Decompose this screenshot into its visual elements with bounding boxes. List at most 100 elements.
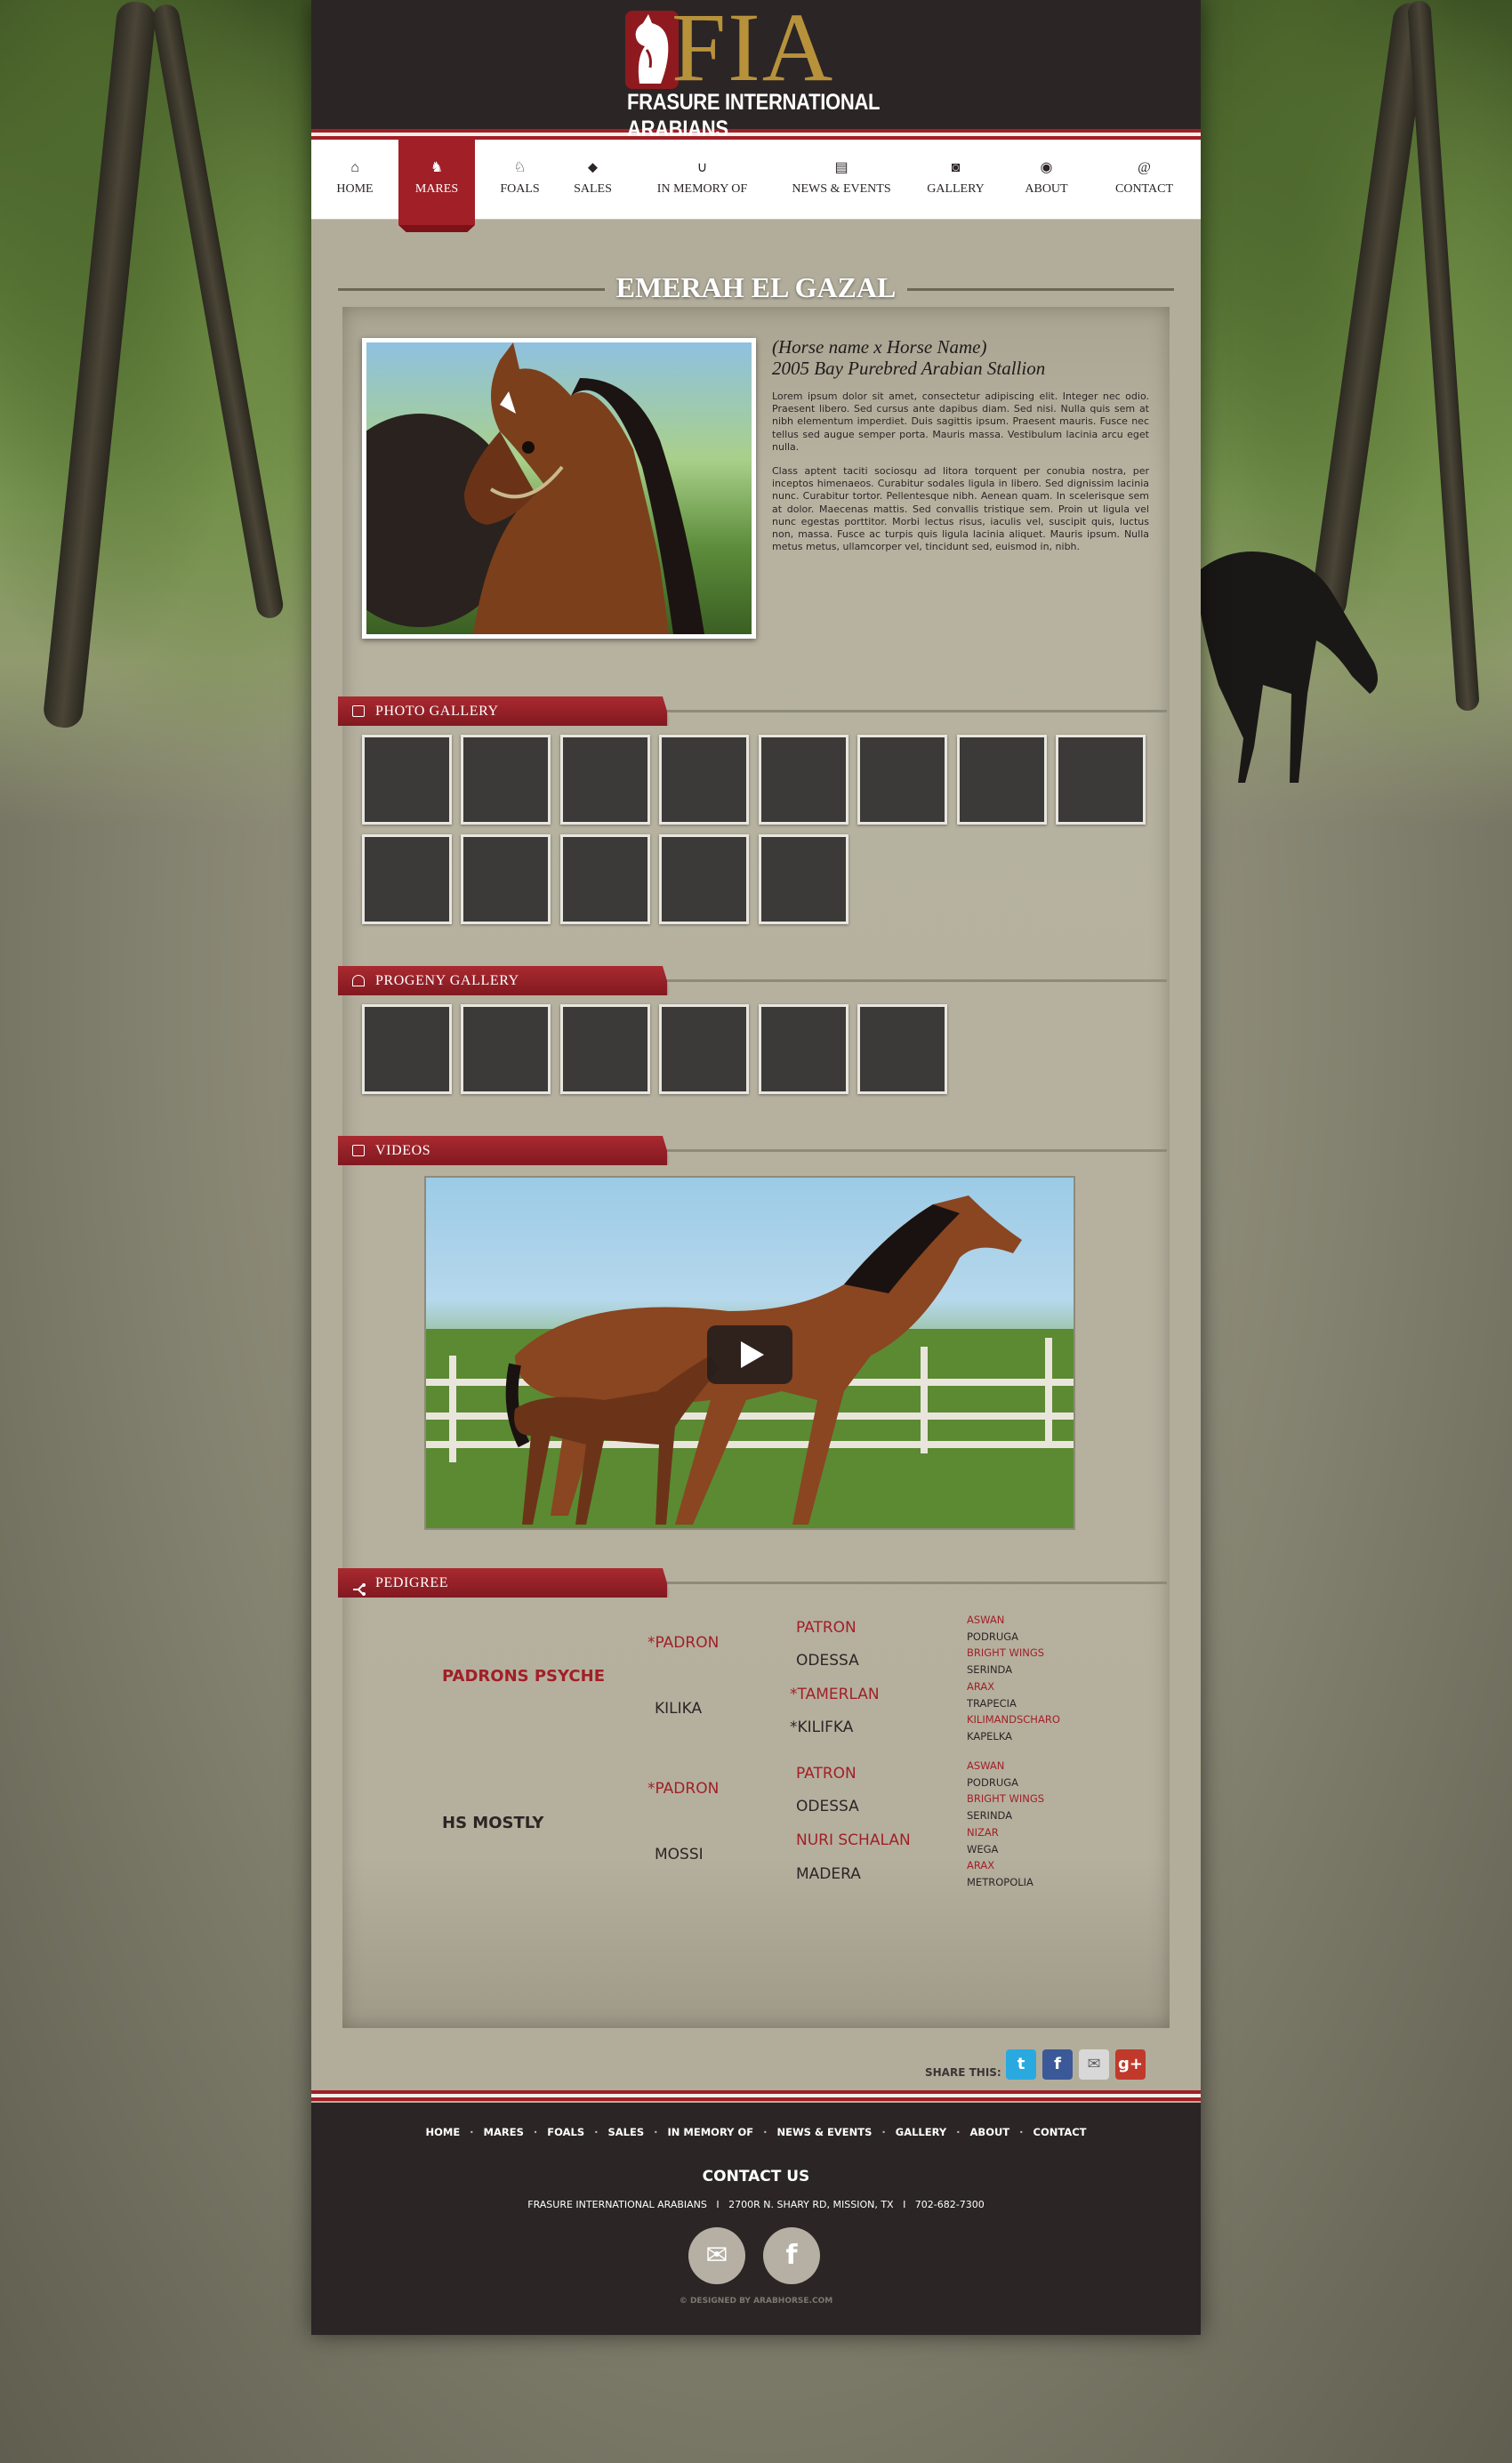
pedigree-entry[interactable]: ASWAN xyxy=(967,1759,1004,1772)
footer-nav-link[interactable]: FOALS xyxy=(547,2126,584,2138)
nav-item-label: FOALS xyxy=(500,182,540,196)
footer-nav-link[interactable]: IN MEMORY OF xyxy=(668,2126,754,2138)
pedigree-entry[interactable]: NIZAR xyxy=(967,1826,999,1839)
google-plus-icon[interactable]: g+ xyxy=(1115,2049,1146,2080)
tag-icon: ⬥ xyxy=(587,160,599,175)
pedigree-entry[interactable]: MOSSI xyxy=(655,1846,704,1863)
photo-thumbnail[interactable] xyxy=(1056,735,1146,825)
progeny-thumbnail[interactable] xyxy=(659,1004,749,1094)
photo-thumbnail[interactable] xyxy=(759,735,848,825)
nav-item-in-memory-of[interactable]: ∪ IN MEMORY OF xyxy=(628,140,776,220)
play-button-icon[interactable] xyxy=(707,1325,792,1384)
pedigree-entry[interactable]: BRIGHT WINGS xyxy=(967,1646,1044,1659)
pedigree-entry[interactable]: PADRONS PSYCHE xyxy=(442,1667,605,1686)
photo-thumbnail[interactable] xyxy=(362,834,452,924)
logo-letters: FIA xyxy=(672,0,835,101)
photo-thumbnail[interactable] xyxy=(362,735,452,825)
photo-thumbnail[interactable] xyxy=(560,834,650,924)
horse-portrait-photo xyxy=(366,342,752,634)
pedigree-entry[interactable]: WEGA xyxy=(967,1843,998,1855)
progeny-gallery-heading: PROGENY GALLERY xyxy=(338,966,667,995)
nav-item-home[interactable]: ⌂ HOME xyxy=(311,140,398,220)
facebook-icon[interactable]: f xyxy=(1042,2049,1073,2080)
newspaper-icon: ▤ xyxy=(834,160,848,175)
nav-item-sales[interactable]: ⬥ SALES xyxy=(558,140,628,220)
footer-nav-link[interactable]: HOME xyxy=(425,2126,460,2138)
nav-item-gallery[interactable]: ◙ GALLERY xyxy=(906,140,1005,220)
progeny-thumbnail[interactable] xyxy=(362,1004,452,1094)
nav-item-news-events[interactable]: ▤ NEWS & EVENTS xyxy=(776,140,906,220)
page-title: EMERAH EL GAZAL xyxy=(338,271,1174,304)
nav-item-contact[interactable]: @ CONTACT xyxy=(1088,140,1201,220)
video-player[interactable] xyxy=(424,1176,1075,1530)
photo-thumbnail[interactable] xyxy=(857,735,947,825)
pedigree-entry[interactable]: ASWAN xyxy=(967,1614,1004,1626)
site-header: FIA FRASURE INTERNATIONAL ARABIANS xyxy=(311,0,1201,141)
photo-thumbnail[interactable] xyxy=(659,735,749,825)
progeny-thumbnail[interactable] xyxy=(759,1004,848,1094)
footer-nav-link[interactable]: SALES xyxy=(607,2126,644,2138)
pedigree-entry[interactable]: ARAX xyxy=(967,1859,994,1871)
pedigree-heading: PEDIGREE xyxy=(338,1568,667,1598)
footer-nav-link[interactable]: MARES xyxy=(484,2126,524,2138)
nav-item-mares[interactable]: ♞ MARES xyxy=(398,140,475,225)
footer-facebook-icon[interactable]: f xyxy=(763,2227,820,2284)
footer-email-icon[interactable]: ✉ xyxy=(688,2227,745,2284)
email-icon[interactable]: ✉ xyxy=(1079,2049,1109,2080)
nav-item-label: SALES xyxy=(574,182,612,196)
pedigree-entry[interactable]: HS MOSTLY xyxy=(442,1814,543,1832)
info-circle-icon: ◉ xyxy=(1040,160,1053,175)
photo-thumbnail[interactable] xyxy=(560,735,650,825)
progeny-thumbnail[interactable] xyxy=(461,1004,551,1094)
nav-item-foals[interactable]: ♘ FOALS xyxy=(482,140,558,220)
pedigree-entry[interactable]: ARAX xyxy=(967,1680,994,1693)
footer-nav-link[interactable]: ABOUT xyxy=(970,2126,1010,2138)
horse-description-paragraph-2: Class aptent taciti sociosqu ad litora t… xyxy=(772,465,1149,553)
photo-thumbnail[interactable] xyxy=(957,735,1047,825)
horse-info: (Horse name x Horse Name) 2005 Bay Pureb… xyxy=(772,336,1149,553)
footer-nav-link[interactable]: GALLERY xyxy=(896,2126,946,2138)
horse-head-icon: ♞ xyxy=(430,160,444,175)
pedigree-entry[interactable]: ODESSA xyxy=(796,1652,859,1670)
photo-thumbnail[interactable] xyxy=(461,834,551,924)
pedigree-entry[interactable]: PATRON xyxy=(796,1619,857,1637)
horse-head-icon xyxy=(352,975,365,986)
videos-heading: VIDEOS xyxy=(338,1136,667,1165)
footer-address: FRASURE INTERNATIONAL ARABIANS I 2700R N… xyxy=(527,2199,985,2210)
twitter-icon[interactable]: t xyxy=(1006,2049,1036,2080)
pedigree-entry[interactable]: *KILIFKA xyxy=(790,1718,853,1736)
pedigree-entry[interactable]: SERINDA xyxy=(967,1809,1012,1822)
main-navigation: ⌂ HOME ♞ MARES ♘ FOALS ⬥ SALES ∪ IN MEMORY OF ▤ NEW… xyxy=(311,140,1201,225)
photo-thumbnail[interactable] xyxy=(759,834,848,924)
progeny-thumbnail[interactable] xyxy=(560,1004,650,1094)
photo-thumbnail[interactable] xyxy=(659,834,749,924)
pedigree-entry[interactable]: NURI SCHALAN xyxy=(796,1831,911,1849)
pedigree-entry[interactable]: ODESSA xyxy=(796,1798,859,1815)
pedigree-entry[interactable]: METROPOLIA xyxy=(967,1876,1033,1888)
progeny-thumbnail[interactable] xyxy=(857,1004,947,1094)
photo-thumbnail[interactable] xyxy=(461,735,551,825)
pedigree-entry[interactable]: *PADRON xyxy=(647,1780,719,1798)
nav-item-label: MARES xyxy=(414,182,459,196)
horseshoe-icon: ∪ xyxy=(696,160,708,175)
nav-item-about[interactable]: ◉ ABOUT xyxy=(1005,140,1088,220)
pedigree-entry[interactable]: *TAMERLAN xyxy=(790,1686,880,1703)
site-logo[interactable]: FIA FRASURE INTERNATIONAL ARABIANS xyxy=(625,0,888,141)
pedigree-entry[interactable]: PODRUGA xyxy=(967,1776,1018,1789)
pedigree-entry[interactable]: PODRUGA xyxy=(967,1630,1018,1643)
pedigree-entry[interactable]: TRAPECIA xyxy=(967,1697,1017,1710)
footer-nav-link[interactable]: NEWS & EVENTS xyxy=(777,2126,873,2138)
grazing-horse-silhouette xyxy=(1201,551,1378,783)
pedigree-entry[interactable]: BRIGHT WINGS xyxy=(967,1792,1044,1805)
pedigree-entry[interactable]: KILIKA xyxy=(655,1700,702,1718)
pedigree-entry[interactable]: KAPELKA xyxy=(967,1730,1012,1743)
footer-nav-link[interactable]: CONTACT xyxy=(1033,2126,1087,2138)
pedigree-entry[interactable]: KILIMANDSCHARO xyxy=(967,1713,1060,1726)
film-icon xyxy=(352,1145,365,1156)
pedigree-entry[interactable]: MADERA xyxy=(796,1865,861,1883)
pedigree-entry[interactable]: PATRON xyxy=(796,1765,857,1783)
horse-portrait-frame[interactable] xyxy=(362,338,756,639)
footer-navigation: HOME · MARES · FOALS · SALES · IN MEMORY OF · NEWS… xyxy=(425,2126,1087,2138)
pedigree-entry[interactable]: SERINDA xyxy=(967,1663,1012,1676)
pedigree-entry[interactable]: *PADRON xyxy=(647,1634,719,1652)
